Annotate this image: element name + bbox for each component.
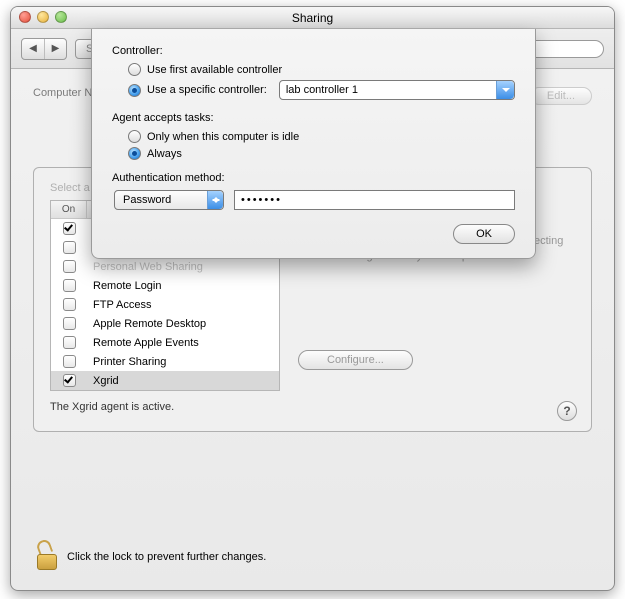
radio-label: Use first available controller [147,64,282,76]
stepper-icon [207,191,223,209]
service-checkbox-cell [51,279,87,292]
radio-icon [128,63,141,76]
checkbox-icon[interactable] [63,222,76,235]
radio-icon [128,84,141,97]
col-on: On [51,201,87,218]
checkbox-icon[interactable] [63,279,76,292]
lock-row: Click the lock to prevent further change… [37,544,266,570]
service-checkbox-cell [51,355,87,368]
window-controls [19,11,67,23]
agent-label: Agent accepts tasks: [112,112,515,124]
controller-specific[interactable]: Use a specific controller: lab controlle… [128,80,515,100]
help-button[interactable]: ? [557,401,577,421]
lock-icon[interactable] [37,544,59,570]
service-name: Printer Sharing [87,356,279,368]
configure-button[interactable]: Configure... [298,350,413,370]
titlebar: Sharing [11,7,614,29]
window-title: Sharing [292,11,333,25]
checkbox-icon[interactable] [63,241,76,254]
checkbox-icon[interactable] [63,374,76,387]
checkbox-icon[interactable] [63,355,76,368]
agent-always[interactable]: Always [128,147,515,160]
auth-label: Authentication method: [112,172,515,184]
table-row[interactable]: Personal Web Sharing [51,257,279,276]
table-row[interactable]: Apple Remote Desktop [51,314,279,333]
agent-idle[interactable]: Only when this computer is idle [128,130,515,143]
controller-first-available[interactable]: Use first available controller [128,63,515,76]
table-row[interactable]: Remote Login [51,276,279,295]
lock-text: Click the lock to prevent further change… [67,551,266,563]
table-row[interactable]: FTP Access [51,295,279,314]
radio-label: Only when this computer is idle [147,131,299,143]
service-checkbox-cell [51,241,87,254]
service-checkbox-cell [51,260,87,273]
table-row[interactable]: Printer Sharing [51,352,279,371]
radio-icon [128,130,141,143]
nav-segmented: ◀ ▶ [21,38,67,60]
checkbox-icon[interactable] [63,260,76,273]
table-row[interactable]: Xgrid [51,371,279,390]
auth-method-popup[interactable]: Password [114,190,224,210]
radio-icon [128,147,141,160]
popup-value: Password [123,194,171,206]
minimize-icon[interactable] [37,11,49,23]
edit-button[interactable]: Edit... [530,87,592,105]
chevron-down-icon [496,81,514,99]
forward-button[interactable]: ▶ [44,39,66,59]
combo-value: lab controller 1 [286,84,358,96]
checkbox-icon[interactable] [63,336,76,349]
service-checkbox-cell [51,222,87,235]
service-name: Remote Apple Events [87,337,279,349]
sharing-prefpane-window: Sharing ◀ ▶ Show All Computer Name: Edit… [10,6,615,591]
service-name: FTP Access [87,299,279,311]
table-row[interactable]: Remote Apple Events [51,333,279,352]
checkbox-icon[interactable] [63,317,76,330]
close-icon[interactable] [19,11,31,23]
radio-label: Use a specific controller: [147,84,267,96]
service-name: Apple Remote Desktop [87,318,279,330]
password-field[interactable] [234,190,515,210]
xgrid-configure-sheet: Controller: Use first available controll… [91,29,536,259]
service-name: Xgrid [87,375,279,387]
zoom-icon[interactable] [55,11,67,23]
service-checkbox-cell [51,298,87,311]
service-checkbox-cell [51,374,87,387]
controller-label: Controller: [112,45,515,57]
service-checkbox-cell [51,336,87,349]
service-name: Remote Login [87,280,279,292]
back-button[interactable]: ◀ [22,39,44,59]
controller-combo[interactable]: lab controller 1 [279,80,515,100]
checkbox-icon[interactable] [63,298,76,311]
service-name: Personal Web Sharing [87,261,279,273]
service-checkbox-cell [51,317,87,330]
status-text: The Xgrid agent is active. [50,401,575,413]
radio-label: Always [147,148,182,160]
ok-button[interactable]: OK [453,224,515,244]
